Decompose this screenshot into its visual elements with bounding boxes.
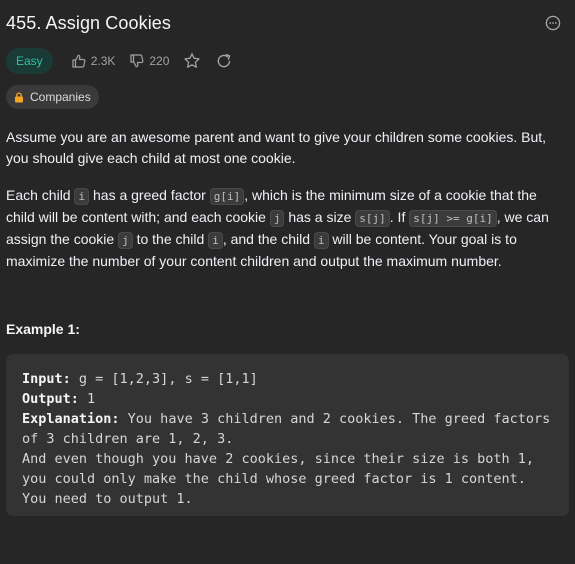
problem-description-panel: 455. Assign Cookies Easy 2.3K 220 Compan… [0, 0, 575, 564]
text-span: Each child [6, 187, 75, 203]
text-span: . If [389, 209, 410, 225]
lock-icon [15, 91, 23, 102]
inline-code: g[i] [209, 188, 245, 205]
share-button[interactable] [215, 52, 233, 70]
inline-code: i [208, 232, 223, 249]
output-label: Output: [22, 391, 79, 407]
example-output-line: Output: 1 [22, 389, 553, 409]
star-icon [184, 53, 201, 68]
thumbs-down-icon [130, 54, 144, 68]
dislike-button[interactable]: 220 [129, 53, 169, 69]
dislike-count: 220 [149, 54, 170, 68]
difficulty-badge[interactable]: Easy [6, 48, 53, 74]
favorite-button[interactable] [183, 52, 201, 70]
inline-code: s[j] [355, 210, 390, 227]
description-paragraph-2: Each child i has a greed factor g[i], wh… [6, 185, 569, 272]
description-paragraph-1: Assume you are an awesome parent and wan… [6, 129, 547, 166]
inline-code: i [74, 188, 90, 205]
text-span: , and the child [222, 231, 314, 247]
input-label: Input: [22, 371, 71, 387]
example-explanation-line: Explanation: You have 3 children and 2 c… [22, 409, 553, 449]
output-value: 1 [78, 391, 96, 407]
thumbs-up-icon [72, 54, 86, 68]
inline-code: j [269, 210, 285, 227]
text-span: has a size [284, 209, 356, 225]
problem-description: Assume you are an awesome parent and wan… [6, 127, 569, 272]
companies-label: Companies [30, 90, 91, 104]
share-icon [218, 53, 231, 68]
text-span: has a greed factor [89, 187, 210, 203]
example-explanation-line-2: And even though you have 2 cookies, sinc… [22, 451, 543, 487]
inline-code: i [313, 232, 329, 249]
text-span: to the child [132, 231, 209, 247]
example-1-box: Input: g = [1,2,3], s = [1,1] Output: 1 … [6, 354, 569, 516]
title-row: 455. Assign Cookies [6, 0, 569, 46]
example-input-line: Input: g = [1,2,3], s = [1,1] [22, 369, 553, 389]
explanation-label: Explanation: [22, 411, 120, 427]
problem-title[interactable]: 455. Assign Cookies [6, 13, 171, 34]
example-explanation-line-3: You need to output 1. [22, 491, 193, 507]
companies-tag[interactable]: Companies [6, 85, 99, 109]
example-1-heading: Example 1: [6, 321, 80, 337]
inline-code: j [118, 232, 133, 249]
like-button[interactable]: 2.3K [71, 53, 116, 69]
more-icon[interactable] [545, 15, 561, 31]
input-value: g = [1,2,3], s = [1,1] [70, 371, 258, 387]
like-count: 2.3K [90, 54, 116, 68]
inline-code: s[j] >= g[i] [409, 210, 497, 227]
meta-row: Easy 2.3K 220 [6, 46, 569, 76]
